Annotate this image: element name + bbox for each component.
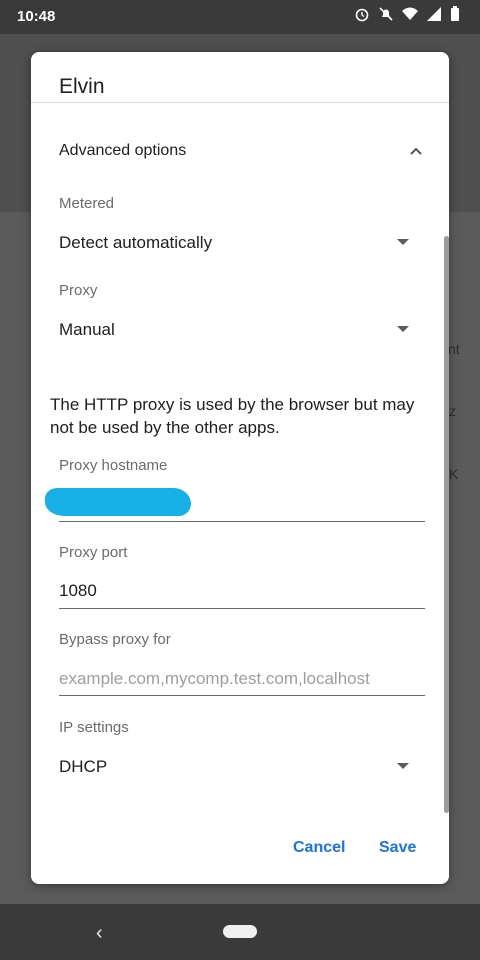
battery-icon bbox=[450, 6, 466, 22]
scrollbar[interactable] bbox=[444, 236, 449, 813]
proxy-info-text: The HTTP proxy is used by the browser bu… bbox=[50, 395, 415, 437]
signal-icon bbox=[426, 6, 442, 22]
status-bar: 10:48 bbox=[0, 0, 480, 34]
cancel-button[interactable]: Cancel bbox=[293, 839, 345, 857]
background-text: K bbox=[449, 466, 459, 482]
alarm-icon bbox=[354, 6, 370, 22]
advanced-options-toggle[interactable]: Advanced options bbox=[59, 142, 186, 160]
proxy-select[interactable]: Manual bbox=[59, 320, 115, 340]
metered-label: Metered bbox=[59, 195, 115, 212]
bypass-proxy-input[interactable]: example.com,mycomp.test.com,localhost bbox=[59, 669, 425, 689]
save-button[interactable]: Save bbox=[379, 839, 416, 857]
metered-select[interactable]: Detect automatically bbox=[59, 233, 212, 253]
caret-down-icon[interactable] bbox=[397, 326, 409, 332]
caret-down-icon[interactable] bbox=[397, 239, 409, 245]
background-text: nt bbox=[448, 341, 460, 357]
bypass-proxy-label: Bypass proxy for bbox=[59, 631, 171, 648]
proxy-label: Proxy bbox=[59, 282, 98, 299]
background-text: z bbox=[449, 403, 456, 419]
network-details-dialog: Elvin Advanced options Metered Detect au… bbox=[31, 52, 449, 884]
proxy-port-underline bbox=[59, 608, 425, 609]
wifi-icon bbox=[402, 6, 418, 22]
ip-settings-select[interactable]: DHCP bbox=[59, 757, 107, 777]
ip-settings-label: IP settings bbox=[59, 719, 129, 736]
proxy-hostname-underline bbox=[59, 521, 425, 522]
back-icon[interactable]: ‹ bbox=[96, 922, 103, 945]
title-divider bbox=[31, 102, 449, 103]
chevron-up-icon[interactable] bbox=[409, 144, 423, 158]
proxy-port-input[interactable]: 1080 bbox=[59, 581, 97, 601]
proxy-hostname-label: Proxy hostname bbox=[59, 457, 168, 474]
caret-down-icon[interactable] bbox=[397, 763, 409, 769]
status-time: 10:48 bbox=[17, 8, 56, 25]
proxy-port-label: Proxy port bbox=[59, 544, 128, 561]
navigation-bar: ‹ bbox=[0, 904, 480, 960]
bypass-proxy-underline bbox=[59, 695, 425, 696]
redaction-mark bbox=[45, 488, 191, 516]
dialog-title: Elvin bbox=[59, 75, 105, 98]
notifications-off-icon bbox=[378, 6, 394, 22]
status-icons bbox=[354, 6, 466, 22]
home-pill-icon[interactable] bbox=[223, 925, 257, 938]
